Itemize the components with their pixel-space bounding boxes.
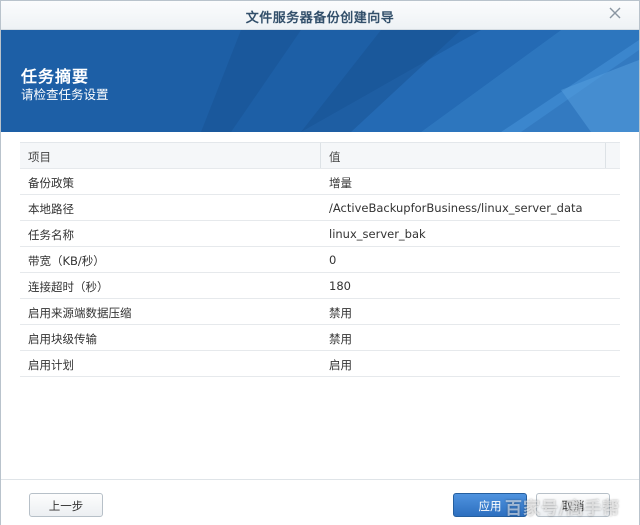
table-row[interactable]: 启用来源端数据压缩 禁用 bbox=[20, 299, 620, 325]
column-header-item[interactable]: 项目 bbox=[28, 149, 51, 165]
banner-subtitle: 请检查任务设置 bbox=[21, 87, 109, 102]
title-bar: 文件服务器备份创建向导 bbox=[1, 1, 639, 30]
table-row[interactable]: 启用计划 启用 bbox=[20, 351, 620, 377]
previous-button[interactable]: 上一步 bbox=[29, 493, 103, 517]
row-value: 增量 bbox=[329, 176, 352, 190]
table-row[interactable]: 连接超时（秒） 180 bbox=[20, 273, 620, 299]
row-item-label: 启用来源端数据压缩 bbox=[28, 306, 132, 320]
apply-button[interactable]: 应用 bbox=[453, 493, 527, 517]
row-item-label: 启用计划 bbox=[28, 358, 74, 372]
row-value: 0 bbox=[329, 253, 337, 267]
table-row[interactable]: 带宽（KB/秒） 0 bbox=[20, 247, 620, 273]
header-banner: 任务摘要 请检查任务设置 bbox=[1, 30, 639, 132]
row-value: 180 bbox=[329, 279, 351, 293]
wizard-window: 文件服务器备份创建向导 任务摘要 请检查任务设置 项目 值 备份政策 增量 本地… bbox=[0, 0, 640, 525]
column-divider bbox=[320, 143, 321, 168]
window-title: 文件服务器备份创建向导 bbox=[245, 11, 395, 26]
row-item-label: 任务名称 bbox=[28, 228, 74, 242]
summary-table: 项目 值 备份政策 增量 本地路径 /ActiveBackupforBusine… bbox=[20, 142, 620, 377]
column-divider bbox=[605, 143, 606, 168]
table-row[interactable]: 任务名称 linux_server_bak bbox=[20, 221, 620, 247]
table-row[interactable]: 启用块级传输 禁用 bbox=[20, 325, 620, 351]
close-icon[interactable] bbox=[607, 5, 623, 21]
table-header-row: 项目 值 bbox=[20, 143, 620, 169]
row-value: linux_server_bak bbox=[329, 227, 426, 241]
column-header-value[interactable]: 值 bbox=[329, 149, 341, 165]
row-value: 禁用 bbox=[329, 306, 352, 320]
row-item-label: 备份政策 bbox=[28, 176, 74, 190]
footer-bar: 上一步 应用 取消 bbox=[1, 479, 639, 525]
row-item-label: 带宽（KB/秒） bbox=[28, 254, 105, 268]
row-item-label: 本地路径 bbox=[28, 202, 74, 216]
table-row[interactable]: 本地路径 /ActiveBackupforBusiness/linux_serv… bbox=[20, 195, 620, 221]
cancel-button[interactable]: 取消 bbox=[536, 493, 610, 517]
row-item-label: 启用块级传输 bbox=[28, 332, 97, 346]
row-value: 启用 bbox=[329, 358, 352, 372]
row-item-label: 连接超时（秒） bbox=[28, 280, 109, 294]
banner-background bbox=[1, 30, 639, 132]
row-value: 禁用 bbox=[329, 332, 352, 346]
table-row[interactable]: 备份政策 增量 bbox=[20, 169, 620, 195]
row-value: /ActiveBackupforBusiness/linux_server_da… bbox=[329, 201, 583, 215]
